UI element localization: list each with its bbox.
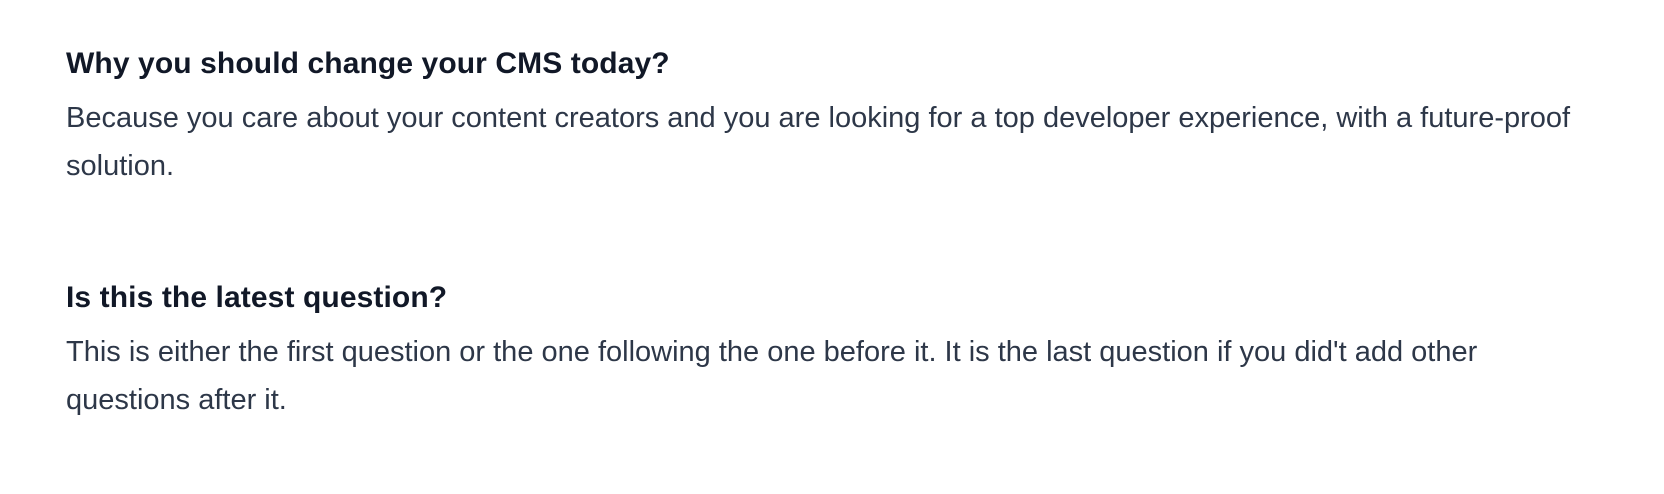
faq-answer: This is either the first question or the…	[66, 336, 1478, 416]
faq-list: Why you should change your CMS today? Be…	[0, 0, 1664, 424]
faq-answer: Because you care about your content crea…	[66, 102, 1571, 182]
faq-item-cms: Why you should change your CMS today? Be…	[66, 44, 1598, 190]
faq-item-latest-question: Is this the latest question? This is eit…	[66, 278, 1598, 424]
faq-question: Is this the latest question?	[66, 281, 448, 314]
faq-question: Why you should change your CMS today?	[66, 47, 670, 80]
